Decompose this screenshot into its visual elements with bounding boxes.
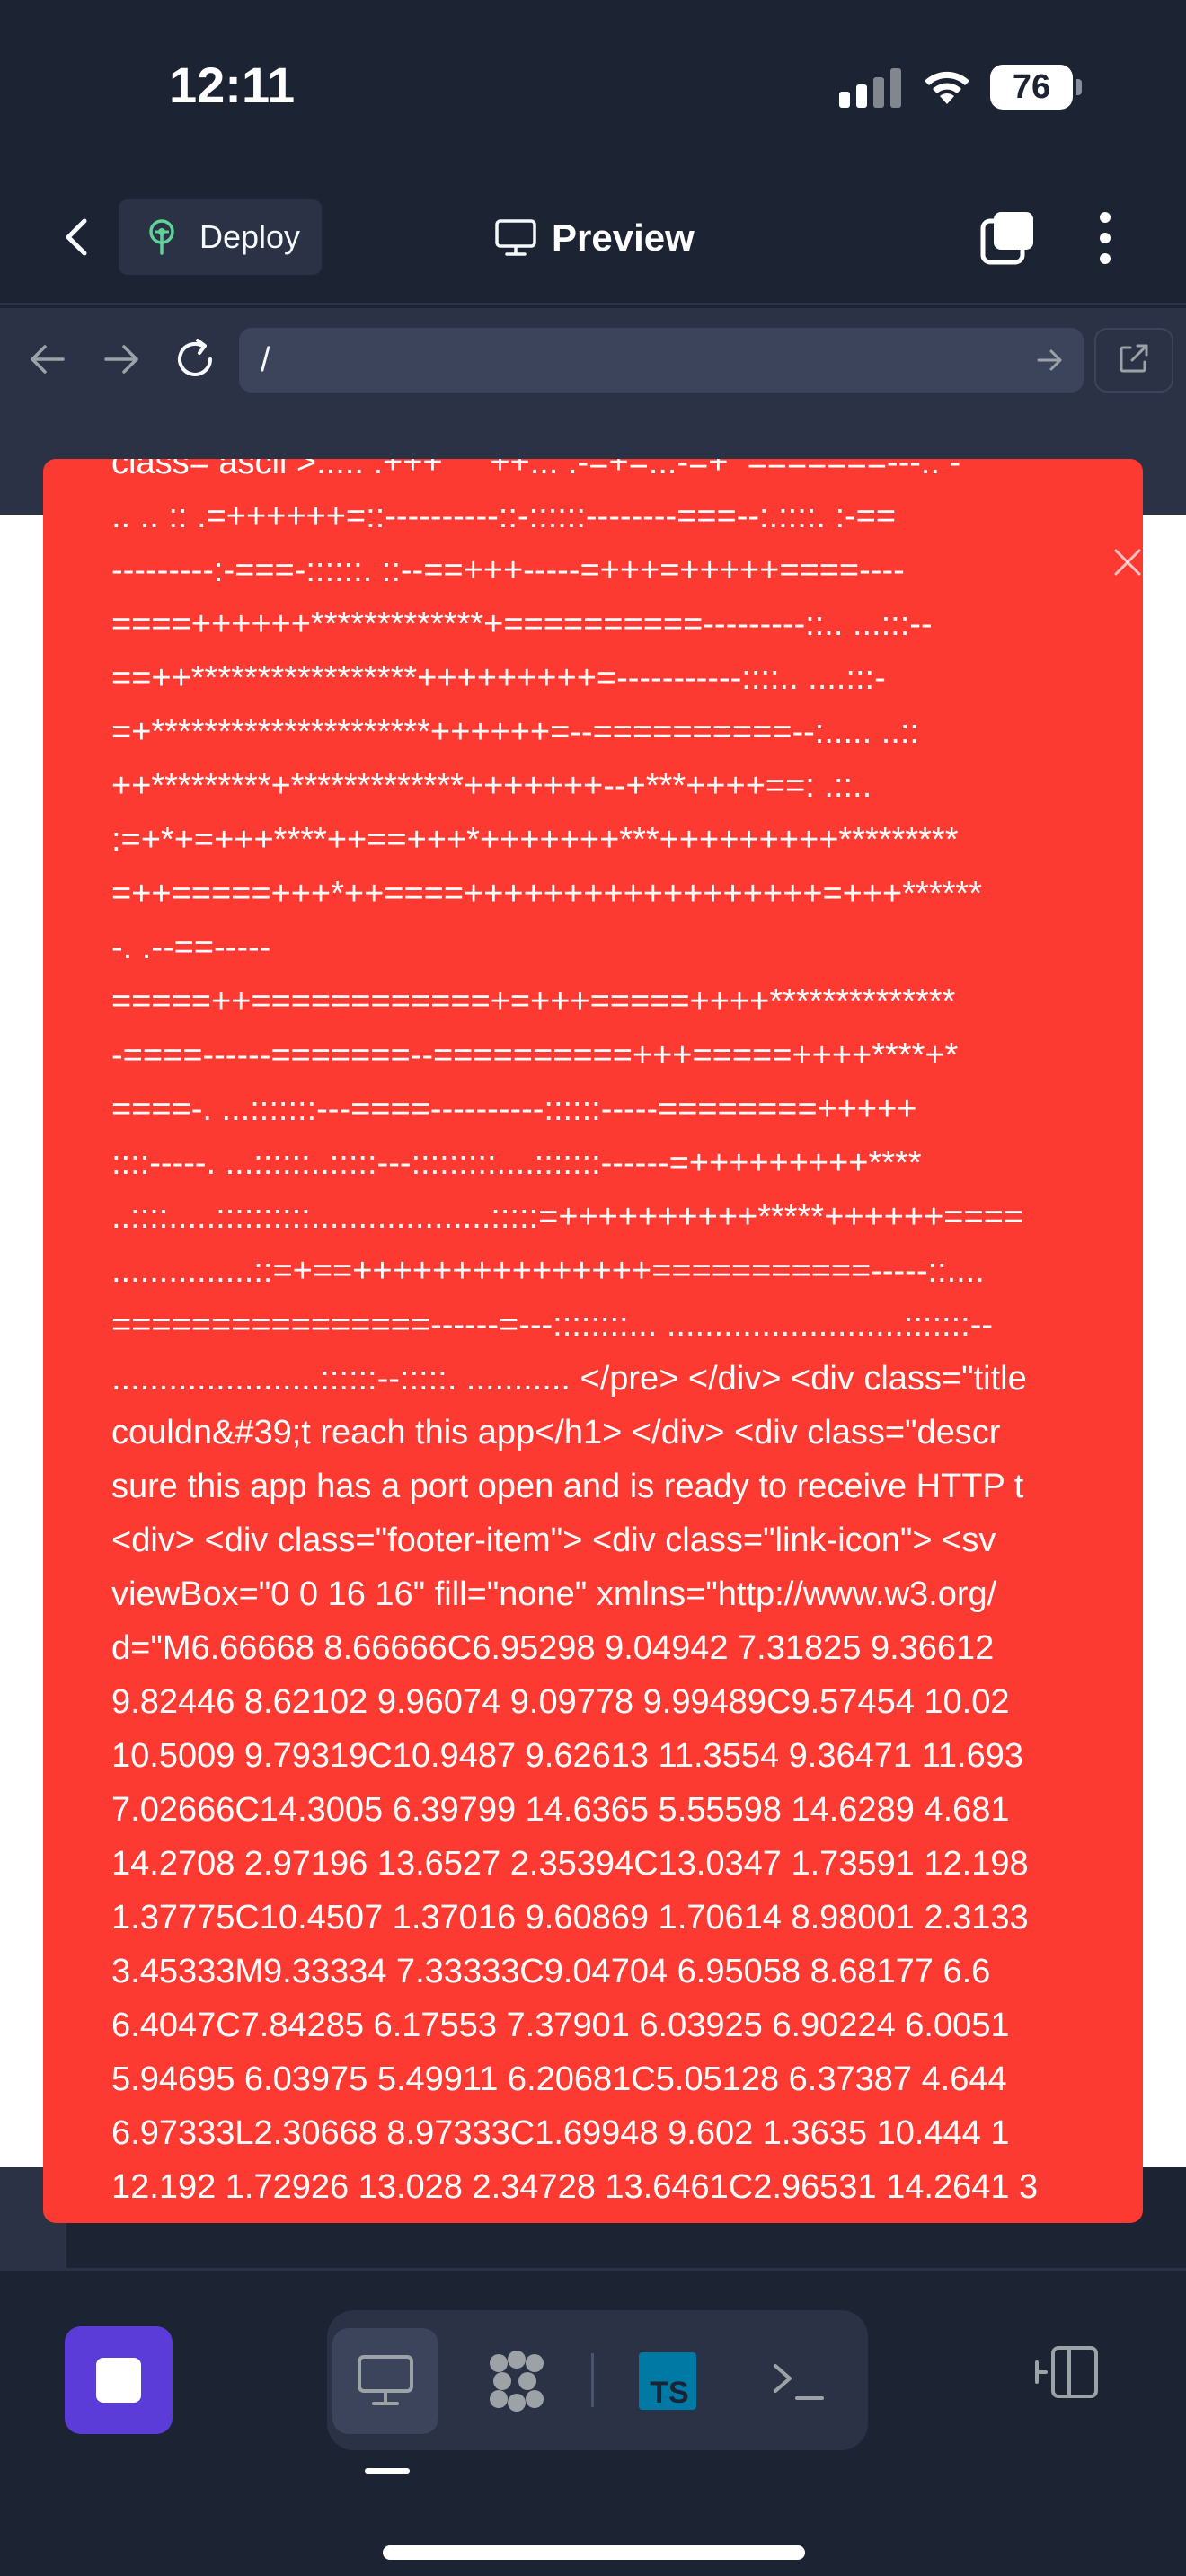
go-button[interactable] (1031, 342, 1067, 378)
error-text-line: 5.94695 6.03975 5.49911 6.20681C5.05128 … (111, 2060, 1007, 2098)
error-text-line: d="M6.66668 8.66666C6.95298 9.04942 7.31… (111, 1629, 995, 1667)
tool-agent[interactable] (464, 2328, 570, 2434)
back-button[interactable] (50, 210, 104, 264)
stop-button[interactable] (65, 2326, 173, 2434)
arrow-right-icon (104, 345, 138, 374)
error-text-line: ++*********+*************+++++++--+***++… (111, 767, 872, 805)
external-link-icon (1120, 344, 1148, 373)
error-text-line: viewBox="0 0 16 16" fill="none" xmlns="h… (111, 1575, 997, 1613)
error-text-line: sure this app has a port open and is rea… (111, 1468, 1024, 1505)
battery-indicator: 76 (990, 65, 1082, 110)
arrow-right-small-icon (1037, 349, 1062, 371)
wifi-icon (920, 63, 974, 108)
split-view-button[interactable] (1033, 2342, 1102, 2402)
tool-terminal[interactable] (746, 2328, 852, 2434)
error-text-line: 10.5009 9.79319C10.9487 9.62613 11.3554 … (111, 1737, 1023, 1775)
split-view-icon (1035, 2346, 1098, 2398)
tool-typescript[interactable]: TS (615, 2328, 721, 2434)
app-header: Deploy Preview (0, 171, 1186, 305)
error-text-line: ...............::=+==+++++++++++++++====… (111, 1252, 985, 1290)
bottom-toolbar: TS (0, 2268, 1186, 2576)
ai-agent-icon (490, 2351, 544, 2412)
tabs-icon (980, 212, 1033, 265)
preview-label: Preview (552, 216, 695, 259)
deploy-label: Deploy (199, 218, 301, 255)
tool-switcher: TS (327, 2310, 868, 2450)
browser-back-button[interactable] (25, 337, 70, 382)
url-bar: / (0, 308, 1186, 410)
deploy-button[interactable]: Deploy (119, 199, 322, 275)
monitor-icon (495, 219, 536, 256)
error-text-line: =+*********************++++++=--========… (111, 713, 919, 751)
error-text-line: ::::-----. ...::::::..:::::---:::::::::.… (111, 1144, 922, 1182)
error-text-line: ====-. ...:::::::---====----------::::::… (111, 1090, 917, 1128)
error-text-line: .. .. :: .=++++++=::----------::-::::::-… (111, 498, 897, 535)
typescript-file-icon: TS (639, 2352, 696, 2410)
error-text-line: 1.37775C10.4507 1.37016 9.60869 1.70614 … (111, 1899, 1029, 1936)
browser-forward-button[interactable] (99, 337, 144, 382)
toolbar-divider (591, 2353, 594, 2407)
stop-icon (96, 2358, 141, 2403)
error-overlay[interactable]: class= ascii >..... .+++ ++... .-=+=...-… (43, 459, 1143, 2223)
error-text-line: =++=====+++*++====++++++++++++++++++=+++… (111, 875, 982, 913)
tool-desktop[interactable] (332, 2328, 438, 2434)
more-vertical-icon (1100, 212, 1111, 264)
webview-area: class= ascii >..... .+++ ++... .-=+=...-… (0, 410, 1186, 2268)
error-text-line: ================------=---::::::::... ..… (111, 1306, 993, 1344)
error-text-line: -. .--==----- (111, 929, 271, 966)
error-text-line: class= ascii >..... .+++ ++... .-=+=...-… (111, 459, 961, 481)
home-indicator[interactable] (383, 2545, 805, 2560)
error-text-line: 7.02666C14.3005 6.39799 14.6365 5.55598 … (111, 1791, 1010, 1829)
error-text-line: 6.4047C7.84285 6.17553 7.37901 6.03925 6… (111, 2007, 1010, 2044)
error-text-line: 6.97333L2.30668 8.97333C1.69948 9.602 1.… (111, 2114, 1010, 2152)
preview-title: Preview (494, 207, 695, 269)
url-input[interactable]: / (239, 328, 1084, 393)
error-text-line: 12.192 1.72926 13.028 2.34728 13.6461C2.… (111, 2168, 1039, 2206)
error-text-line: =====++============+=+++=====++++*******… (111, 983, 956, 1020)
error-text-line: couldn&#39;t reach this app</h1> </div> … (111, 1414, 1001, 1451)
error-source-text: class= ascii >..... .+++ ++... .-=+=...-… (111, 459, 1143, 2214)
more-options-button[interactable] (1087, 208, 1123, 268)
error-text-line: -====------=======--==========+++=====++… (111, 1037, 959, 1074)
error-text-line: 3.45333M9.33334 7.33333C9.04704 6.95058 … (111, 1953, 991, 1990)
reload-button[interactable] (171, 335, 219, 384)
open-in-new-tab-button[interactable] (1094, 328, 1173, 393)
arrow-left-icon (31, 345, 65, 374)
cellular-signal-icon (839, 68, 902, 108)
error-text-line: ====++++++*************+==========------… (111, 605, 933, 643)
reload-icon (178, 339, 212, 376)
chevron-left-icon (66, 218, 87, 256)
svg-text:TS: TS (650, 2376, 688, 2410)
error-text-line: 14.2708 2.97196 13.6527 2.35394C13.0347 … (111, 1845, 1029, 1883)
error-text-line: ......................::::::--:::::. ...… (111, 1360, 1027, 1398)
status-bar: 12:11 76 (0, 0, 1186, 171)
error-text-line: ---------:-===-::::::. ::--==+++-----=++… (111, 551, 905, 589)
tabs-button[interactable] (979, 208, 1039, 268)
error-text-line: 9.82446 8.62102 9.96074 9.09778 9.99489C… (111, 1683, 1010, 1721)
error-text-line: :=+*+=+++****++==+++*+++++++***+++++++++… (111, 821, 959, 859)
deploy-icon (149, 219, 174, 255)
error-text-line: ..::::.....::::::::::...................… (111, 1198, 1024, 1236)
desktop-icon (358, 2355, 413, 2405)
close-icon[interactable] (1112, 547, 1143, 578)
active-tool-indicator (365, 2468, 410, 2474)
error-text-line: <div> <div class="footer-item"> <div cla… (111, 1522, 996, 1559)
error-text-line: ==++*****************+++++++++=---------… (111, 659, 886, 697)
terminal-icon (774, 2364, 824, 2400)
status-time: 12:11 (169, 57, 296, 113)
